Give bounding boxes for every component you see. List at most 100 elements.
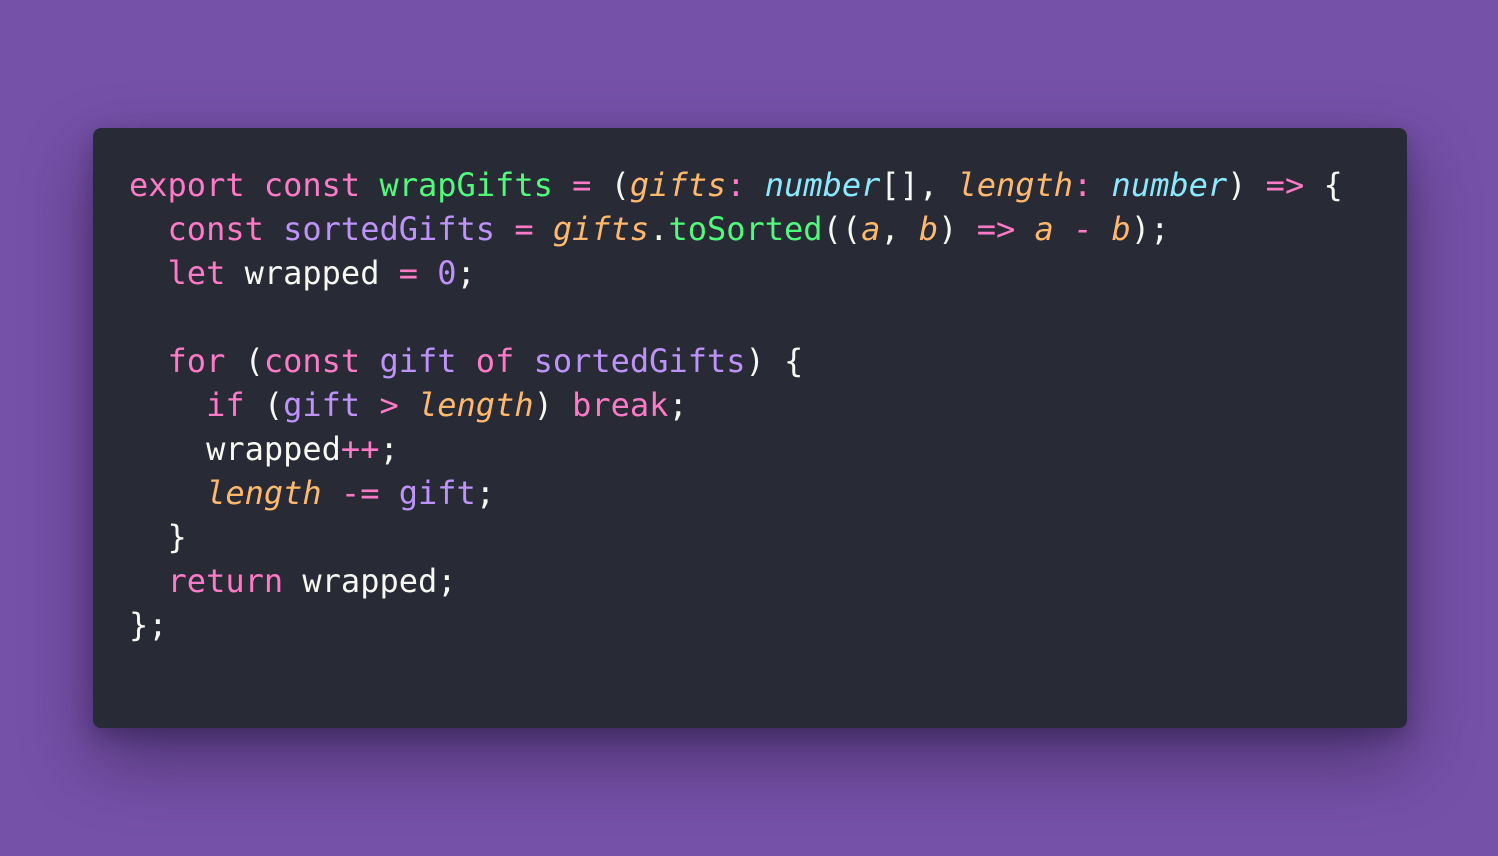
code-token: gifts [629, 166, 727, 204]
code-line: let wrapped = 0; [129, 251, 1343, 295]
code-token: ); [1130, 210, 1170, 248]
code-line: wrapped++; [129, 427, 1343, 471]
code-line: export const wrapGifts = (gifts: number[… [129, 163, 1343, 207]
code-line: }; [129, 603, 1343, 647]
code-token: a [861, 210, 881, 248]
code-token: : [726, 166, 746, 204]
code-token: }; [129, 606, 168, 644]
code-line: } [129, 515, 1343, 559]
code-token: > [379, 386, 399, 424]
code-token: sortedGifts [533, 342, 746, 380]
code-token: } [129, 518, 187, 556]
code-token: export [129, 166, 245, 204]
code-token: wrapped [129, 430, 341, 468]
code-token: ) { [745, 342, 804, 380]
code-token: const [263, 166, 361, 204]
code-token: toSorted [668, 210, 823, 248]
code-token: break [572, 386, 669, 424]
code-token: ) [1227, 166, 1266, 204]
code-token: ; [456, 254, 476, 292]
code-token: 0 [437, 254, 457, 292]
code-token: return [167, 562, 284, 600]
code-token: gift [283, 386, 361, 424]
code-token: -= [340, 474, 380, 512]
code-token: ; [668, 386, 688, 424]
code-token: ( [225, 342, 264, 380]
code-token: ( [244, 386, 284, 424]
code-token: ++ [340, 430, 380, 468]
code-token: . [649, 210, 669, 248]
code-token: => [1265, 166, 1305, 204]
code-token: number [764, 166, 881, 204]
code-token: ) [533, 386, 573, 424]
code-block: export const wrapGifts = (gifts: number[… [129, 163, 1343, 647]
code-line: if (gift > length) break; [129, 383, 1343, 427]
code-token: length [417, 386, 534, 424]
code-token: of [475, 342, 515, 380]
code-line: for (const gift of sortedGifts) { [129, 339, 1343, 383]
code-token: ; [475, 474, 496, 512]
code-token: gifts [552, 210, 650, 248]
code-token: let [167, 254, 226, 292]
code-token: ( [591, 166, 630, 204]
code-token: wrapped [225, 254, 399, 292]
code-token: const [167, 210, 264, 248]
code-token: = [398, 254, 418, 292]
code-token: (( [822, 210, 862, 248]
code-token: b [918, 210, 939, 248]
code-token: length [206, 474, 322, 512]
code-line: length -= gift; [129, 471, 1343, 515]
code-token: b [1111, 210, 1131, 248]
code-token: - [1073, 210, 1093, 248]
code-token: [], [880, 166, 958, 204]
code-token: : [1073, 166, 1093, 204]
code-token: ) [938, 210, 977, 248]
code-token: ; [379, 430, 399, 468]
code-token: = [514, 210, 534, 248]
code-card: export const wrapGifts = (gifts: number[… [93, 128, 1407, 728]
code-line: const sortedGifts = gifts.toSorted((a, b… [129, 207, 1343, 251]
code-token: number [1111, 166, 1228, 204]
code-token: a [1034, 210, 1054, 248]
code-token: const [263, 342, 361, 380]
code-token: gift [379, 342, 457, 380]
code-token: => [976, 210, 1016, 248]
code-token: length [957, 166, 1074, 204]
code-token: if [206, 386, 245, 424]
code-token: { [1304, 166, 1343, 204]
code-token: gift [398, 474, 476, 512]
code-token: = [572, 166, 592, 204]
code-token: for [167, 342, 226, 380]
code-token: , [880, 210, 919, 248]
code-token: wrapGifts [379, 166, 553, 204]
code-token: sortedGifts [283, 210, 496, 248]
code-line: return wrapped; [129, 559, 1343, 603]
code-token: wrapped; [283, 562, 457, 600]
